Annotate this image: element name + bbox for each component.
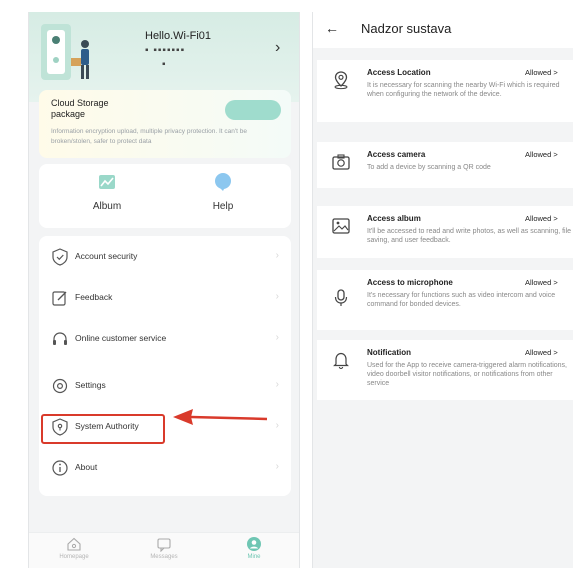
home-icon (67, 537, 81, 551)
tab-label: Homepage (59, 554, 89, 560)
microphone-icon (334, 289, 348, 306)
menu-item-online-customer-service[interactable]: Online customer service › (39, 324, 291, 354)
cloud-storage-description: Information encryption upload, multiple … (51, 128, 247, 145)
menu-item-account-security[interactable]: Account security › (39, 242, 291, 272)
permission-status[interactable]: Allowed > (525, 348, 558, 357)
menu-item-label: Settings (75, 380, 106, 390)
camera-icon (332, 154, 350, 170)
permission-status[interactable]: Allowed > (525, 68, 558, 77)
permission-name: Notification (367, 348, 411, 357)
info-icon (52, 460, 68, 476)
chevron-right-icon: › (275, 250, 279, 261)
shield-check-icon (52, 248, 68, 266)
account-id-masked: ▪ ▪▪▪▪▪▪▪ (145, 45, 186, 56)
cloud-storage-card[interactable]: Cloud Storage package Information encryp… (39, 90, 291, 158)
permission-name: Access to microphone (367, 278, 453, 287)
page-title: Nadzor sustava (361, 21, 452, 36)
profile-header[interactable]: Hello.Wi-Fi01 ▪ ▪▪▪▪▪▪▪ ▪ › (29, 12, 299, 102)
permission-camera[interactable]: Access camera Allowed > To add a device … (317, 142, 573, 188)
settings-icon (52, 378, 68, 394)
screenshot-stage: Hello.Wi-Fi01 ▪ ▪▪▪▪▪▪▪ ▪ › Cloud Storag… (0, 0, 573, 568)
menu-item-label: Account security (75, 251, 138, 261)
greeting-text: Hello.Wi-Fi01 (145, 30, 212, 42)
account-id-masked-2: ▪ (162, 59, 166, 70)
cloud-storage-button[interactable] (225, 100, 281, 120)
permission-name: Access Location (367, 68, 431, 77)
settings-menu: Account security › Feedback › Online cus… (39, 236, 291, 496)
tab-messages[interactable]: Messages (129, 536, 199, 560)
system-authority-screen: ← Nadzor sustava Access Location Allowed… (312, 12, 573, 568)
doorbell-illustration-icon (41, 24, 89, 80)
permission-album[interactable]: Access album Allowed > It'll be accessed… (317, 206, 573, 258)
permission-name: Access camera (367, 150, 426, 159)
permission-location[interactable]: Access Location Allowed > It is necessar… (317, 60, 573, 122)
red-arrow-annotation-icon (173, 409, 268, 425)
album-icon (99, 175, 115, 189)
user-icon (247, 537, 261, 551)
bottom-tab-bar: Homepage Messages Mine (29, 532, 299, 568)
location-icon (334, 71, 348, 90)
chevron-right-icon: › (275, 332, 279, 343)
permission-description: It is necessary for scanning the nearby … (367, 82, 560, 98)
menu-item-label: Online customer service (75, 333, 167, 343)
permission-notification[interactable]: Notification Allowed > Used for the App … (317, 340, 573, 400)
permission-microphone[interactable]: Access to microphone Allowed > It's nece… (317, 270, 573, 330)
help-icon (215, 173, 231, 191)
bell-icon (333, 352, 349, 370)
menu-item-label: About (75, 462, 98, 472)
tab-label: Mine (247, 554, 261, 560)
message-icon (157, 538, 171, 552)
menu-item-settings[interactable]: Settings › (39, 371, 291, 401)
permission-description: Used for the App to receive camera-trigg… (367, 362, 567, 387)
system-authority-highlight-box (41, 414, 165, 444)
image-icon (332, 218, 350, 234)
permission-description: It'll be accessed to read and write phot… (367, 228, 572, 244)
chevron-right-icon: › (275, 461, 279, 472)
headset-icon (53, 332, 67, 345)
back-arrow-icon[interactable]: ← (325, 20, 339, 36)
menu-item-about[interactable]: About › (39, 453, 291, 483)
album-label: Album (92, 201, 122, 212)
chevron-right-icon: › (275, 420, 279, 431)
edit-icon (52, 291, 67, 306)
top-bar: ← Nadzor sustava (313, 12, 573, 48)
album-button[interactable]: Album (67, 172, 147, 214)
chevron-right-icon[interactable]: › (275, 39, 280, 57)
chevron-right-icon: › (275, 379, 279, 390)
permission-description: It's necessary for functions such as vid… (367, 292, 556, 308)
menu-item-label: Feedback (75, 292, 113, 302)
permission-description: To add a device by scanning a QR code (367, 164, 491, 171)
tab-label: Messages (150, 554, 178, 560)
chevron-right-icon: › (275, 291, 279, 302)
menu-item-feedback[interactable]: Feedback › (39, 283, 291, 313)
mine-screen: Hello.Wi-Fi01 ▪ ▪▪▪▪▪▪▪ ▪ › Cloud Storag… (28, 12, 300, 568)
permission-status[interactable]: Allowed > (525, 214, 558, 223)
cloud-storage-title: Cloud Storage package (51, 98, 109, 119)
quick-actions-card: Album Help (39, 164, 291, 228)
permission-name: Access album (367, 214, 421, 223)
help-button[interactable]: Help (183, 172, 263, 214)
permission-status[interactable]: Allowed > (525, 278, 558, 287)
tab-mine[interactable]: Mine (219, 536, 289, 560)
tab-homepage[interactable]: Homepage (39, 536, 109, 560)
help-label: Help (212, 201, 234, 212)
permission-status[interactable]: Allowed > (525, 150, 558, 159)
